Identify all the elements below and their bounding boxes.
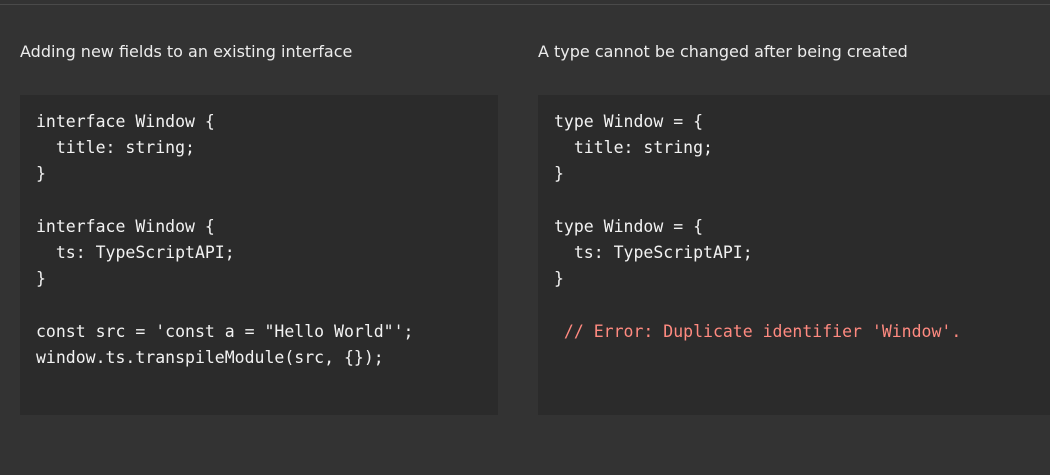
code-line: title: string; [554,138,713,158]
code-line: } [554,164,564,184]
top-divider [0,4,1050,5]
code-line: } [554,269,564,289]
type-code-block: type Window = { title: string; } type Wi… [538,95,1050,415]
interface-code-block: interface Window { title: string; } inte… [20,95,498,415]
code-line: type Window = { [554,112,704,131]
interface-example-title: Adding new fields to an existing interfa… [20,42,353,61]
code-line: title: string; [36,138,195,158]
code-line: } [36,269,46,289]
code-line: } [36,164,46,184]
code-line: ts: TypeScriptAPI; [36,242,235,262]
code-line: interface Window { [36,216,215,236]
code-line: ts: TypeScriptAPI; [554,242,753,262]
error-comment-line: // Error: Duplicate identifier 'Window'. [554,321,962,341]
code-line: const src = 'const a = "Hello World"'; [36,321,414,341]
code-line: interface Window { [36,112,215,131]
type-example-title: A type cannot be changed after being cre… [538,42,908,61]
code-line: type Window = { [554,216,704,236]
code-line: window.ts.transpileModule(src, {}); [36,347,384,367]
